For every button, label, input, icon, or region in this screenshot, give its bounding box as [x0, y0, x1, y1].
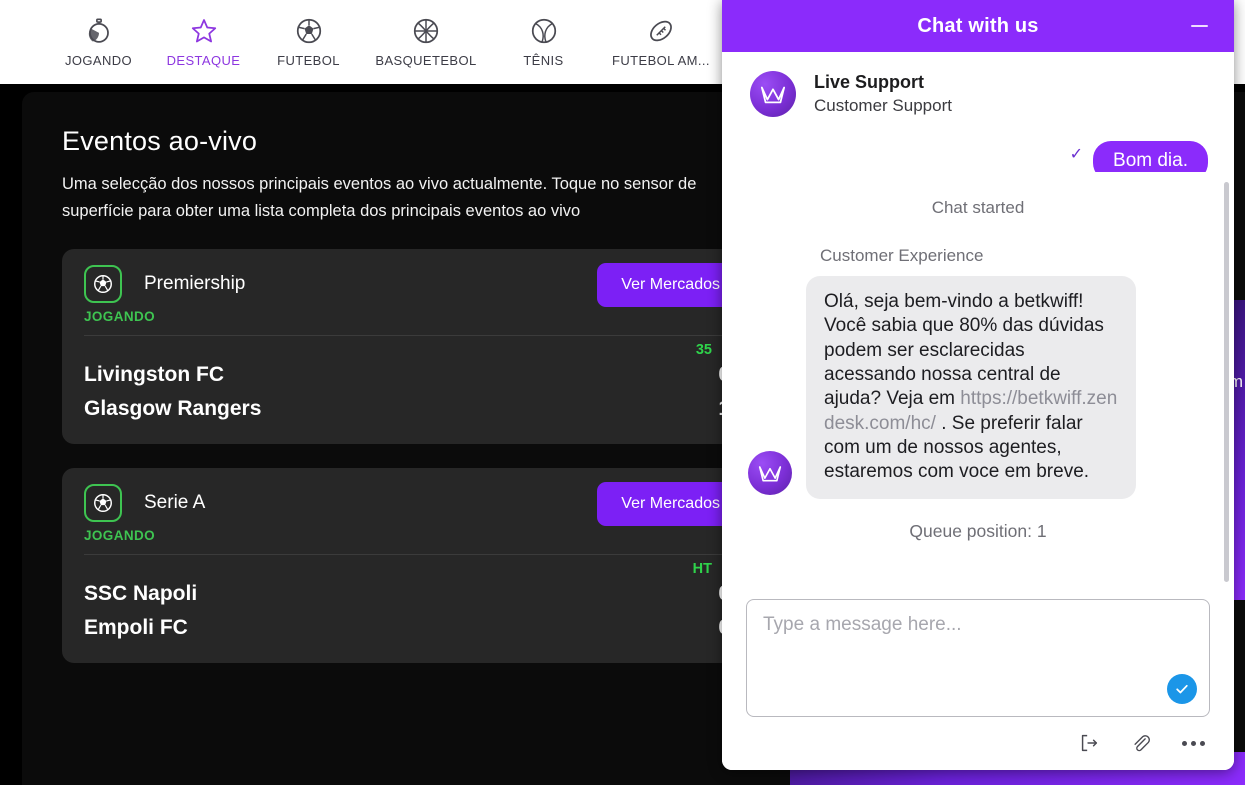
table-row: Empoli FC 0: [84, 611, 740, 645]
crown-logo-icon: [758, 465, 782, 482]
status-badge: JOGANDO: [84, 308, 156, 324]
chat-scrollbar[interactable]: [1224, 182, 1229, 582]
check-icon: [1176, 684, 1188, 694]
message-sent-check-icon: ✓: [1069, 146, 1084, 163]
chat-department-label: Customer Experience: [820, 246, 984, 265]
nav-item-basquetebol[interactable]: BASQUETEBOL: [361, 16, 491, 68]
nav-item-tenis[interactable]: TÊNIS: [491, 16, 596, 68]
basketball-icon: [413, 18, 439, 44]
chat-message-list: ✓ Bom dia. Chat started Customer Experie…: [722, 136, 1234, 591]
message-input[interactable]: [747, 600, 1209, 716]
chat-widget-header: Chat with us: [722, 0, 1234, 52]
table-row: SSC Napoli 0: [84, 577, 740, 611]
nav-item-label: TÊNIS: [523, 53, 564, 68]
crown-logo-icon: [760, 86, 786, 104]
match-teams: 35 Livingston FC 0 Glasgow Rangers 1: [84, 342, 740, 426]
league-name: Premiership: [144, 272, 246, 294]
match-clock: 35: [695, 341, 712, 358]
nav-item-jogando[interactable]: JOGANDO: [46, 16, 151, 68]
page-description: Uma selecção dos nossos principais event…: [62, 175, 697, 220]
soccer-ball-icon: [296, 18, 321, 44]
outgoing-message-bubble: Bom dia.: [1093, 141, 1208, 172]
card-divider: [84, 334, 740, 336]
chat-composer: [722, 591, 1234, 717]
soccer-sport-badge-icon: [84, 264, 122, 303]
chat-agent-role: Customer Support: [814, 95, 952, 115]
chat-started-label: Chat started: [931, 198, 1025, 217]
nav-item-futebol[interactable]: FUTEBOL: [256, 16, 361, 68]
home-team-name: SSC Napoli: [84, 581, 198, 605]
avatar: [750, 71, 796, 117]
incoming-message-row: Olá, seja bem-vindo a betkwiff! Você sab…: [748, 276, 1208, 499]
incoming-message-bubble: Olá, seja bem-vindo a betkwiff! Você sab…: [806, 276, 1136, 499]
home-team-name: Livingston FC: [84, 362, 224, 386]
match-teams: HT SSC Napoli 0 Empoli FC 0: [84, 561, 740, 645]
outgoing-message-row: ✓ Bom dia.: [748, 138, 1208, 172]
nav-item-destaque[interactable]: DESTAQUE: [151, 16, 256, 68]
queue-position-label: Queue position: 1: [909, 520, 1047, 541]
stopwatch-icon: [88, 18, 109, 43]
more-options-icon[interactable]: [1180, 730, 1206, 756]
match-clock: HT: [692, 560, 712, 577]
chat-agent-bar: Live Support Customer Support: [722, 52, 1234, 136]
chat-composer-tools: [722, 717, 1234, 770]
nav-item-label: FUTEBOL AM...: [612, 53, 710, 68]
chat-widget-title: Chat with us: [917, 14, 1039, 37]
match-card[interactable]: Serie A JOGANDO Ver Mercados HT SSC Napo…: [62, 467, 762, 663]
send-button[interactable]: [1167, 674, 1197, 704]
status-badge: JOGANDO: [84, 527, 156, 543]
table-row: Glasgow Rangers 1: [84, 392, 740, 426]
nav-item-label: DESTAQUE: [166, 53, 241, 68]
league-name: Serie A: [144, 491, 206, 513]
avatar: [748, 450, 792, 495]
tennis-ball-icon: [531, 18, 556, 44]
chat-agent-info: Live Support Customer Support: [814, 70, 952, 117]
end-chat-icon[interactable]: [1076, 730, 1102, 756]
attachment-icon[interactable]: [1128, 730, 1154, 756]
chat-agent-name: Live Support: [814, 72, 925, 93]
soccer-sport-badge-icon: [84, 483, 122, 522]
match-card[interactable]: Premiership JOGANDO Ver Mercados 35 Livi…: [62, 248, 762, 444]
nav-item-label: JOGANDO: [64, 53, 133, 68]
screen: JOGANDO DESTAQUE FUTEBOL BASQUETEBOL TÊN…: [0, 0, 1245, 785]
away-team-name: Glasgow Rangers: [84, 396, 262, 420]
nav-item-label: FUTEBOL: [277, 53, 340, 68]
american-football-icon: [650, 20, 672, 42]
table-row: Livingston FC 0: [84, 358, 740, 392]
minimize-icon[interactable]: [1186, 13, 1212, 39]
nav-item-label: BASQUETEBOL: [375, 53, 477, 68]
card-divider: [84, 553, 740, 555]
chat-composer-box: [746, 599, 1210, 717]
chat-widget: Chat with us Live Support Customer Suppo…: [722, 0, 1234, 770]
nav-item-futebol-americano[interactable]: FUTEBOL AM...: [596, 16, 726, 68]
star-icon: [191, 19, 216, 43]
away-team-name: Empoli FC: [84, 615, 188, 639]
